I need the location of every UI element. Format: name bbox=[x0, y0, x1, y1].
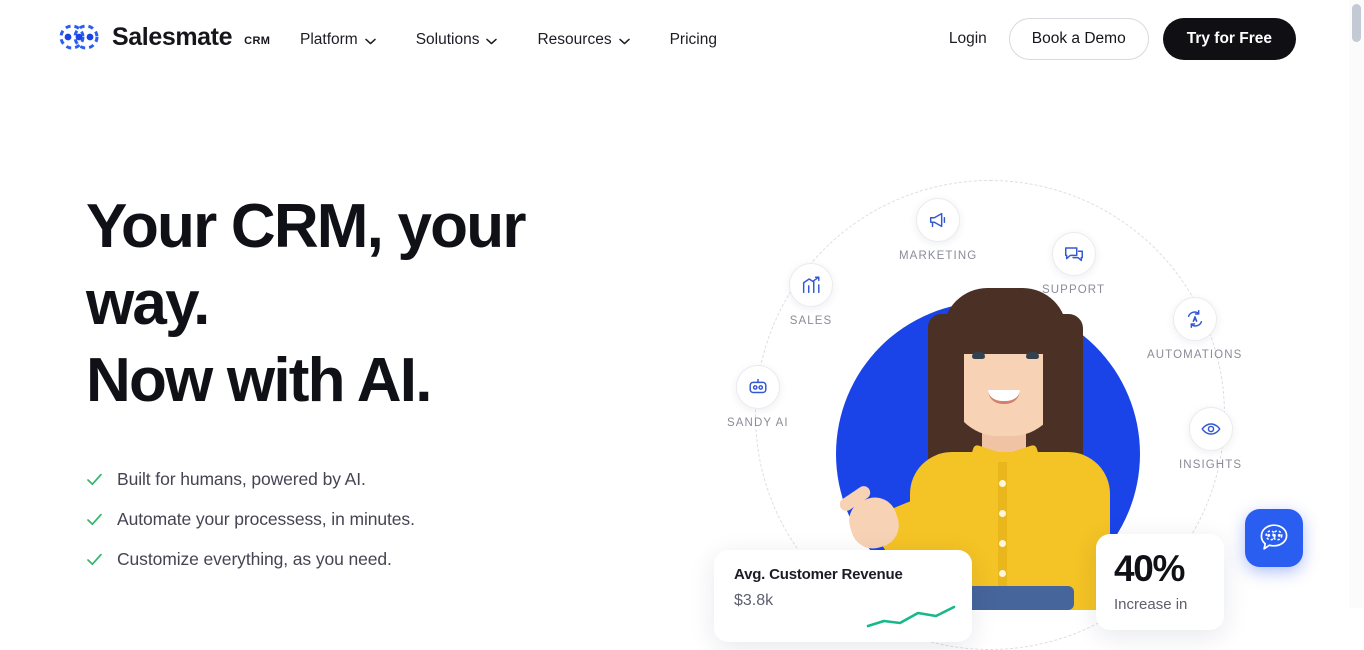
orbit-node-sales[interactable]: SALES bbox=[789, 263, 833, 327]
brand-name: Salesmate bbox=[112, 22, 233, 51]
main-navigation: Platform Solutions Resources Pricing bbox=[300, 0, 717, 80]
orbit-node-label: SANDY AI bbox=[727, 417, 789, 429]
book-a-demo-button[interactable]: Book a Demo bbox=[1008, 18, 1149, 60]
check-icon bbox=[86, 511, 103, 528]
chat-widget-button[interactable] bbox=[1245, 509, 1303, 567]
salesmate-logo-icon bbox=[56, 24, 102, 50]
hero-bullet-list: Built for humans, powered by AI. Automat… bbox=[86, 459, 646, 579]
stat-percent-value: 40% bbox=[1114, 548, 1185, 589]
list-item: Automate your processess, in minutes. bbox=[86, 499, 646, 539]
scrollbar-thumb[interactable] bbox=[1352, 4, 1361, 42]
hero-title-line-1: Your CRM, your bbox=[86, 192, 526, 261]
brand-suffix: CRM bbox=[244, 35, 271, 47]
bullet-text: Automate your processess, in minutes. bbox=[117, 508, 415, 529]
nav-item-pricing[interactable]: Pricing bbox=[670, 0, 717, 80]
nav-item-resources[interactable]: Resources bbox=[537, 0, 647, 80]
list-item: Customize everything, as you need. bbox=[86, 539, 646, 579]
orbit-node-sandy-ai[interactable]: SANDY AI bbox=[727, 365, 789, 429]
bar-chart-up-icon bbox=[789, 263, 833, 307]
chat-logo-icon bbox=[1257, 521, 1291, 555]
chevron-down-icon bbox=[364, 0, 376, 80]
nav-item-solutions[interactable]: Solutions bbox=[416, 0, 516, 80]
stat-card-revenue: Avg. Customer Revenue $3.8k bbox=[714, 550, 972, 642]
brand-logo[interactable]: Salesmate CRM bbox=[56, 24, 270, 50]
bullet-text: Customize everything, as you need. bbox=[117, 548, 392, 569]
site-header: Salesmate CRM Platform Solutions Resourc… bbox=[0, 0, 1364, 80]
nav-item-label: Solutions bbox=[415, 31, 480, 48]
bullet-text: Built for humans, powered by AI. bbox=[117, 468, 366, 489]
check-icon bbox=[86, 551, 103, 568]
orbit-node-label: AUTOMATIONS bbox=[1147, 349, 1243, 361]
chevron-down-icon bbox=[486, 0, 498, 80]
try-for-free-button[interactable]: Try for Free bbox=[1162, 18, 1296, 60]
orbit-node-insights[interactable]: INSIGHTS bbox=[1179, 407, 1242, 471]
page-title: Your CRM, your way. Now with AI. bbox=[86, 188, 546, 419]
nav-item-label: Resources bbox=[537, 31, 612, 48]
login-link[interactable]: Login bbox=[941, 30, 995, 48]
nav-item-label: Pricing bbox=[669, 31, 717, 48]
hero-title-line-2: way. bbox=[86, 269, 210, 338]
hero-content: Your CRM, your way. Now with AI. Built f… bbox=[86, 188, 646, 579]
check-icon bbox=[86, 471, 103, 488]
orbit-node-label: SUPPORT bbox=[1042, 284, 1106, 296]
orbit-node-support[interactable]: SUPPORT bbox=[1042, 232, 1105, 296]
orbit-node-label: INSIGHTS bbox=[1179, 459, 1243, 471]
nav-item-platform[interactable]: Platform bbox=[300, 0, 394, 80]
chat-bubbles-icon bbox=[1051, 232, 1096, 276]
orbit-node-label: MARKETING bbox=[899, 250, 978, 262]
stat-card-percent: 40% Increase in bbox=[1096, 534, 1224, 630]
page-scrollbar[interactable] bbox=[1349, 0, 1364, 608]
megaphone-icon bbox=[916, 198, 961, 242]
automation-refresh-icon bbox=[1172, 297, 1217, 341]
stat-percent-label: Increase in bbox=[1114, 596, 1188, 613]
nav-item-label: Platform bbox=[300, 31, 358, 48]
hero-title-line-3: Now with AI. bbox=[86, 346, 432, 415]
orbit-node-label: SALES bbox=[789, 315, 833, 327]
eye-icon bbox=[1188, 407, 1233, 451]
list-item: Built for humans, powered by AI. bbox=[86, 459, 646, 499]
hero-illustration: MARKETING SUPPORT AUTOMATIONS INSIGHTS S… bbox=[690, 80, 1290, 650]
chevron-down-icon bbox=[618, 0, 630, 80]
header-actions: Login Book a Demo Try for Free bbox=[941, 18, 1296, 60]
orbit-node-marketing[interactable]: MARKETING bbox=[899, 198, 977, 262]
stat-card-title: Avg. Customer Revenue bbox=[734, 566, 903, 583]
robot-icon bbox=[735, 365, 780, 409]
orbit-node-automations[interactable]: AUTOMATIONS bbox=[1147, 297, 1242, 361]
